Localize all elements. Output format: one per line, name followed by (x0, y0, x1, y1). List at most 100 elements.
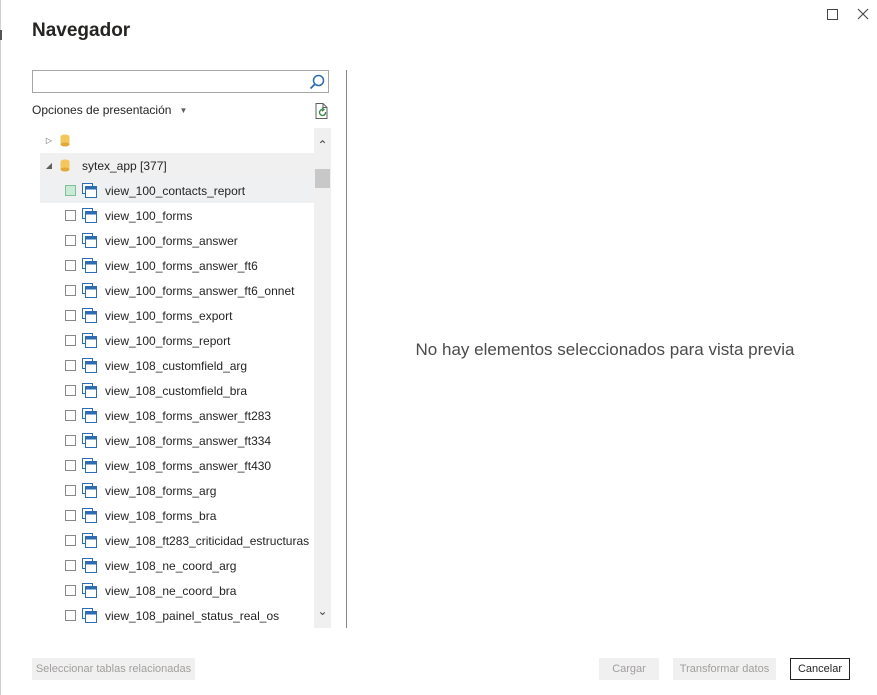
item-checkbox[interactable] (65, 260, 76, 271)
table-list-item[interactable]: view_108_ne_coord_bra (40, 578, 314, 603)
view-icon (82, 533, 97, 548)
view-icon (82, 233, 97, 248)
resize-handle[interactable] (0, 30, 2, 40)
close-button[interactable] (852, 4, 874, 24)
view-icon (82, 558, 97, 573)
tree-node-server[interactable]: ▷ (40, 128, 314, 153)
search-input[interactable] (37, 71, 311, 93)
window-edge (0, 0, 1, 695)
item-checkbox[interactable] (65, 285, 76, 296)
panel-divider (346, 70, 347, 628)
item-checkbox[interactable] (65, 310, 76, 321)
view-icon (82, 608, 97, 623)
close-icon (857, 8, 869, 20)
table-list-item-label: view_100_forms_answer (105, 233, 238, 248)
expand-arrow-icon[interactable]: ▷ (42, 136, 56, 145)
table-list-item-label: view_108_customfield_arg (105, 358, 248, 373)
cancel-button[interactable]: Cancelar (790, 658, 850, 680)
search-icon[interactable] (308, 73, 326, 91)
item-checkbox[interactable] (65, 410, 76, 421)
transform-data-button[interactable]: Transformar datos (673, 658, 776, 680)
table-list-item-label: view_108_forms_answer_ft334 (105, 433, 272, 448)
view-icon (82, 183, 97, 198)
view-icon (82, 308, 97, 323)
refresh-icon[interactable] (313, 102, 331, 120)
view-icon (82, 583, 97, 598)
view-icon (82, 433, 97, 448)
table-list-item-label: view_108_forms_bra (105, 508, 217, 523)
maximize-button[interactable] (821, 4, 843, 24)
table-list-item[interactable]: view_108_customfield_arg (40, 353, 314, 378)
search-box[interactable] (32, 70, 329, 93)
view-icon (82, 458, 97, 473)
table-list-item[interactable]: view_108_forms_arg (40, 478, 314, 503)
table-list-item-label: view_100_forms_report (105, 333, 231, 348)
table-list-item-label: view_108_forms_answer_ft283 (105, 408, 272, 423)
database-icon (60, 159, 70, 172)
item-checkbox[interactable] (65, 560, 76, 571)
view-icon (82, 258, 97, 273)
table-list-item[interactable]: view_108_ne_coord_arg (40, 553, 314, 578)
table-list-item-label: view_100_forms (105, 208, 193, 223)
tree-node-label: sytex_app [377] (82, 158, 167, 173)
database-icon (60, 134, 70, 147)
load-button[interactable]: Cargar (599, 658, 659, 680)
table-list-item-label: view_108_ne_coord_bra (105, 583, 237, 598)
scroll-down-icon[interactable]: ⌄ (314, 604, 331, 618)
table-list-item-label: view_108_ft283_criticidad_estructuras (105, 533, 310, 548)
item-checkbox[interactable] (65, 610, 76, 621)
table-list-item[interactable]: view_100_forms_answer (40, 228, 314, 253)
view-icon (82, 358, 97, 373)
table-list-item[interactable]: view_108_customfield_bra (40, 378, 314, 403)
item-checkbox[interactable] (65, 235, 76, 246)
item-checkbox[interactable] (65, 185, 76, 196)
table-list-item-label: view_100_forms_export (105, 308, 233, 323)
navigator-tree: ▷ ◢ sytex_app [377] view_100_contacts_re… (40, 128, 314, 628)
table-list-item[interactable]: view_100_forms_export (40, 303, 314, 328)
table-list-item[interactable]: view_108_painel_status_real_os (40, 603, 314, 628)
item-checkbox[interactable] (65, 510, 76, 521)
table-list-item[interactable]: view_100_forms (40, 203, 314, 228)
item-checkbox[interactable] (65, 435, 76, 446)
view-icon (82, 208, 97, 223)
tree-scrollbar[interactable]: ⌃ ⌄ (314, 128, 331, 628)
table-list-item-label: view_100_forms_answer_ft6 (105, 258, 258, 273)
table-list-item[interactable]: view_100_contacts_report (40, 178, 314, 203)
table-list-item[interactable]: view_100_forms_report (40, 328, 314, 353)
table-list-item[interactable]: view_100_forms_answer_ft6_onnet (40, 278, 314, 303)
table-list-item-label: view_108_customfield_bra (105, 383, 248, 398)
display-options-dropdown[interactable]: Opciones de presentación ▼ (32, 103, 187, 117)
view-icon (82, 383, 97, 398)
item-checkbox[interactable] (65, 210, 76, 221)
preview-empty-message: No hay elementos seleccionados para vist… (415, 340, 795, 359)
table-list-item[interactable]: view_108_ft283_criticidad_estructuras (40, 528, 314, 553)
view-icon (82, 408, 97, 423)
table-list-item[interactable]: view_108_forms_answer_ft430 (40, 453, 314, 478)
table-list-item-label: view_108_ne_coord_arg (105, 558, 237, 573)
view-icon (82, 283, 97, 298)
select-related-tables-button[interactable]: Seleccionar tablas relacionadas (32, 658, 195, 680)
table-list-item-label: view_100_forms_answer_ft6_onnet (105, 283, 295, 298)
display-options-label: Opciones de presentación (32, 103, 172, 117)
table-list-item[interactable]: view_108_forms_answer_ft334 (40, 428, 314, 453)
table-list-item[interactable]: view_108_forms_bra (40, 503, 314, 528)
item-checkbox[interactable] (65, 335, 76, 346)
item-checkbox[interactable] (65, 585, 76, 596)
table-list-item[interactable]: view_100_forms_answer_ft6 (40, 253, 314, 278)
scroll-thumb[interactable] (315, 169, 330, 188)
view-icon (82, 508, 97, 523)
table-list-item-label: view_100_contacts_report (105, 183, 246, 198)
table-list-item[interactable]: view_108_forms_answer_ft283 (40, 403, 314, 428)
table-list-item-label: view_108_forms_answer_ft430 (105, 458, 272, 473)
item-checkbox[interactable] (65, 385, 76, 396)
scroll-up-icon[interactable]: ⌃ (314, 138, 331, 152)
item-checkbox[interactable] (65, 535, 76, 546)
item-checkbox[interactable] (65, 485, 76, 496)
tree-node-sytex-app[interactable]: ◢ sytex_app [377] (40, 153, 314, 178)
collapse-arrow-icon[interactable]: ◢ (42, 161, 56, 170)
table-list-item-label: view_108_painel_status_real_os (105, 608, 280, 623)
dialog-title: Navegador (32, 20, 131, 41)
item-checkbox[interactable] (65, 460, 76, 471)
item-checkbox[interactable] (65, 360, 76, 371)
view-icon (82, 333, 97, 348)
